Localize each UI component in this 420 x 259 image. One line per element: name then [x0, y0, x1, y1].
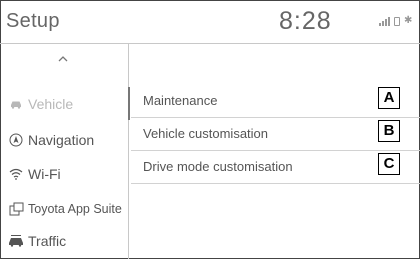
sidebar-item-vehicle[interactable]: Vehicle	[0, 87, 128, 120]
menu-item-label: Vehicle customisation	[143, 126, 269, 141]
menu-item-label: Drive mode customisation	[143, 159, 293, 174]
callout-a: A	[378, 87, 400, 109]
sidebar-item-label: Vehicle	[28, 95, 74, 112]
signal-icon	[379, 16, 390, 26]
bluetooth-icon: ✱	[404, 15, 413, 26]
traffic-icon	[8, 233, 24, 249]
phone-icon	[394, 17, 400, 26]
menu-item-drive-mode-customisation[interactable]: Drive mode customisation	[131, 151, 420, 184]
sidebar-item-traffic[interactable]: Traffic	[0, 224, 128, 257]
sidebar: Vehicle Navigation Wi-Fi Toyota App Suit…	[0, 44, 130, 259]
sidebar-item-wifi[interactable]: Wi-Fi	[0, 157, 128, 190]
header-bar: Setup 8:28 ✱	[0, 0, 420, 44]
clock: 8:28	[279, 7, 332, 35]
app-suite-icon	[8, 201, 24, 217]
car-icon	[8, 96, 24, 112]
menu-item-vehicle-customisation[interactable]: Vehicle customisation	[131, 118, 420, 151]
scroll-up-icon[interactable]	[56, 52, 70, 66]
status-icons: ✱	[379, 16, 412, 26]
sidebar-item-navigation[interactable]: Navigation	[0, 123, 128, 156]
sidebar-item-label: Traffic	[28, 232, 67, 249]
wifi-icon	[8, 166, 24, 182]
menu-item-label: Maintenance	[143, 93, 218, 108]
page-title: Setup	[6, 10, 60, 32]
navigation-icon	[8, 132, 24, 148]
callout-c: C	[378, 153, 400, 175]
sidebar-item-toyota-app-suite[interactable]: Toyota App Suite	[0, 192, 128, 225]
sidebar-item-label: Wi-Fi	[28, 165, 61, 182]
row-divider	[131, 183, 420, 184]
sidebar-item-label: Toyota App Suite	[28, 201, 122, 216]
active-indicator	[128, 87, 130, 120]
callout-b: B	[378, 120, 400, 142]
sidebar-item-label: Navigation	[28, 131, 95, 148]
menu-item-maintenance[interactable]: Maintenance	[131, 85, 420, 118]
